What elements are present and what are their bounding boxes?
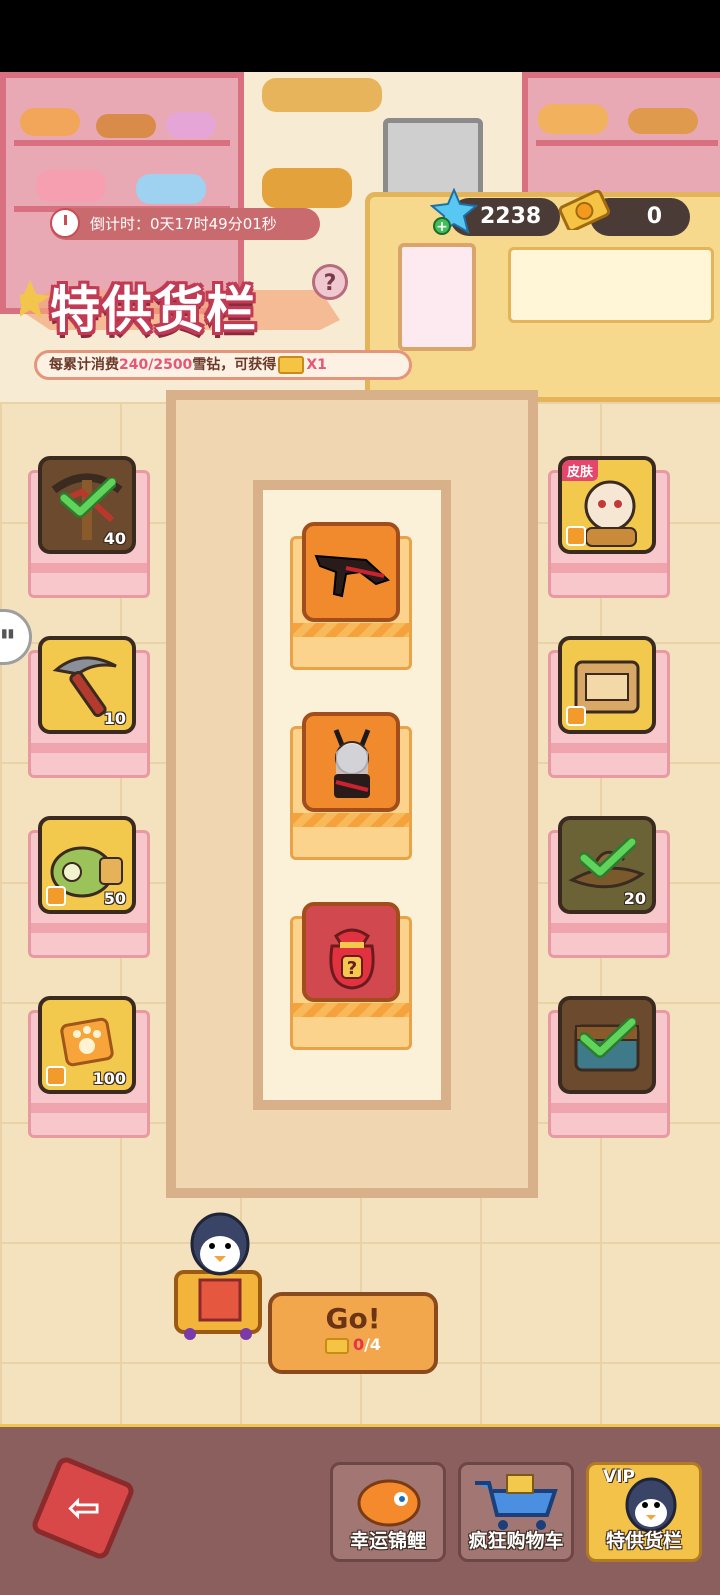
mystery-bag-icon: ? [329, 928, 375, 990]
item-card[interactable]: 20 [558, 816, 656, 914]
cash-register [383, 118, 483, 198]
center-slot-2[interactable] [290, 712, 412, 860]
item-qty: 10 [103, 709, 126, 728]
bread-shelf [262, 78, 382, 112]
claimed-check-icon [60, 478, 116, 518]
progress-mid: 雪钻，可获得 [192, 357, 277, 373]
tab-label: 疯狂购物车 [468, 1530, 564, 1552]
tab-label: 幸运锦鲤 [349, 1530, 426, 1552]
tab-crazy-cart[interactable]: 疯狂购物车 [458, 1462, 574, 1562]
koi-fish-icon [357, 1479, 421, 1527]
penguin-cart [174, 1212, 262, 1340]
countdown-timer: 倒计时：0天17时49分01秒 [50, 208, 320, 240]
right-slot-2[interactable] [548, 636, 670, 778]
ticket-icon [278, 356, 305, 374]
item-qty: 100 [92, 1069, 126, 1088]
countdown-text: 倒计时：0天17时49分01秒 [90, 215, 277, 233]
item-card[interactable] [558, 636, 656, 734]
shopping-cart-icon [475, 1474, 558, 1530]
item-qty: 20 [623, 889, 646, 908]
tab-lucky-koi[interactable]: 幸运锦鲤 [330, 1462, 446, 1562]
center-slot-3[interactable]: ? [290, 902, 412, 1050]
back-arrow-icon[interactable]: ⇦ [58, 1482, 110, 1534]
left-slot-3[interactable]: 50 [28, 816, 150, 958]
item-card[interactable]: ? [302, 902, 400, 1002]
ticket-icon [324, 1337, 349, 1354]
go-ticket-count: 0/4 [272, 1335, 434, 1354]
refresh-icon [566, 526, 586, 546]
go-button[interactable]: Go! 0/4 [268, 1292, 438, 1374]
svg-text:+: + [436, 219, 448, 235]
item-card[interactable] [558, 996, 656, 1094]
item-card[interactable]: 40 [38, 456, 136, 554]
mystery-glyph: ? [347, 958, 357, 979]
bread-basket [262, 168, 352, 208]
stopwatch-icon [50, 208, 80, 238]
demon-skin-icon [333, 729, 371, 798]
item-card[interactable]: 10 [38, 636, 136, 734]
gem-counter[interactable]: + 2238 [430, 188, 560, 236]
claimed-check-icon [580, 1018, 636, 1058]
item-card[interactable]: 100 [38, 996, 136, 1094]
go-button-label: Go! [325, 1302, 381, 1335]
right-slot-3[interactable]: 20 [548, 816, 670, 958]
vip-badge: VIP [603, 1467, 635, 1487]
refresh-icon [46, 886, 66, 906]
item-card[interactable] [302, 712, 400, 812]
right-slot-4[interactable] [548, 996, 670, 1138]
game-screen: 倒计时：0天17时49分01秒 + 2238 0 特供货栏 ? 每累计消费240… [0, 72, 720, 1595]
left-slot-1[interactable]: 40 [28, 456, 150, 598]
refresh-icon [46, 1066, 66, 1086]
snow-diamond-icon: + [430, 188, 478, 235]
spend-progress-note: 每累计消费240/2500雪钻，可获得 X1 [34, 350, 412, 380]
help-button[interactable]: ? [312, 264, 348, 300]
ticket-icon [558, 190, 610, 230]
claimed-check-icon [580, 838, 636, 878]
progress-reward: X1 [306, 357, 327, 373]
left-slot-2[interactable]: 10 [28, 636, 150, 778]
center-slot-1[interactable] [290, 522, 412, 670]
gem-count: 2238 [480, 204, 542, 229]
progress-prefix: 每累计消费 [49, 357, 119, 373]
item-card[interactable]: 皮肤 [558, 456, 656, 554]
item-qty: 40 [103, 529, 126, 548]
item-card[interactable] [302, 522, 400, 622]
ticket-count: 0 [646, 204, 662, 229]
progress-value: 240/2500 [119, 357, 193, 373]
tab-label: 特供货栏 [605, 1530, 682, 1552]
tab-special-shelf[interactable]: VIP 特供货栏 [586, 1462, 702, 1562]
left-slot-4[interactable]: 100 [28, 996, 150, 1138]
item-card[interactable]: 50 [38, 816, 136, 914]
right-slot-1[interactable]: 皮肤 [548, 456, 670, 598]
skin-badge: 皮肤 [562, 460, 599, 481]
demon-weapon-icon [314, 554, 390, 598]
page-title: 特供货栏 [50, 281, 258, 339]
refresh-icon [566, 706, 586, 726]
page-title-banner: 特供货栏 [20, 262, 340, 347]
item-qty: 50 [103, 889, 126, 908]
